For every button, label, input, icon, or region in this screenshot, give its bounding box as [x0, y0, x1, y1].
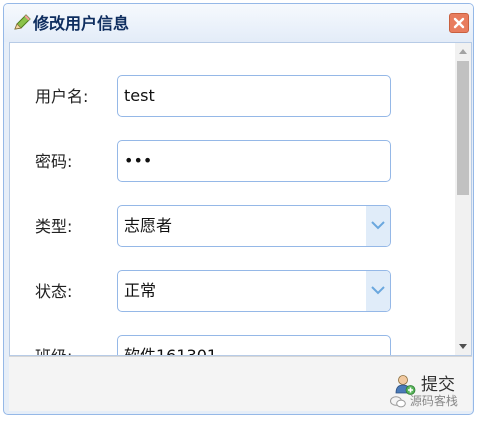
password-label: 密码:	[35, 152, 73, 171]
watermark-text: 源码客栈	[409, 394, 458, 408]
scroll-down-arrow-icon[interactable]	[459, 344, 467, 349]
form-row-username: 用户名: test	[10, 75, 450, 119]
password-value: •••	[124, 151, 153, 170]
status-value: 正常	[124, 281, 157, 300]
chevron-down-icon	[371, 286, 385, 295]
type-label: 类型:	[35, 217, 73, 236]
class-value: 软件161301	[124, 346, 218, 356]
type-select[interactable]: 志愿者	[117, 205, 391, 247]
user-add-icon	[394, 374, 416, 396]
edit-user-dialog: 修改用户信息 用户名: test 密码: ••• 类型: 志愿者 状态: 正常 …	[3, 3, 474, 415]
vertical-scrollbar[interactable]	[455, 43, 471, 355]
form-row-class: 班级: 软件161301	[10, 335, 450, 356]
close-button[interactable]	[449, 13, 469, 33]
class-label: 班级:	[35, 346, 72, 355]
type-value: 志愿者	[124, 216, 173, 235]
scroll-up-arrow-icon[interactable]	[459, 49, 467, 54]
scrollbar-thumb[interactable]	[457, 61, 469, 195]
type-dropdown-button[interactable]	[366, 206, 390, 246]
password-input[interactable]: •••	[117, 140, 391, 182]
username-input[interactable]: test	[117, 75, 391, 117]
status-label: 状态:	[35, 282, 73, 301]
dialog-body: 用户名: test 密码: ••• 类型: 志愿者 状态: 正常 软件16130…	[9, 42, 472, 356]
class-input[interactable]: 软件161301	[117, 335, 391, 356]
pencil-icon	[12, 13, 32, 33]
watermark: 源码客栈	[390, 394, 458, 408]
wechat-icon	[390, 395, 406, 408]
username-label: 用户名:	[35, 87, 89, 106]
submit-label: 提交	[421, 375, 455, 395]
dialog-titlebar[interactable]: 修改用户信息	[4, 4, 473, 42]
chevron-down-icon	[371, 221, 385, 230]
status-select[interactable]: 正常	[117, 270, 391, 312]
dialog-title: 修改用户信息	[33, 14, 130, 33]
status-dropdown-button[interactable]	[366, 271, 390, 311]
username-value: test	[124, 86, 155, 105]
form-row-type: 类型: 志愿者	[10, 205, 450, 249]
form-row-status: 状态: 正常	[10, 270, 450, 314]
close-icon	[453, 17, 465, 29]
form-row-password: 密码: •••	[10, 140, 450, 184]
